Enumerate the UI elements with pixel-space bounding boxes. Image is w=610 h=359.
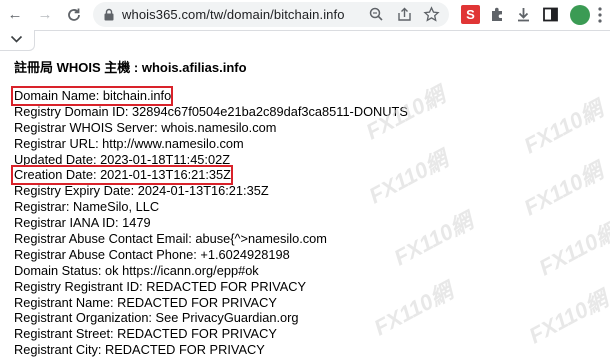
whois-server-heading: 註冊局 WHOIS 主機 : whois.afilias.info [14,60,247,75]
watermark: FX110網 [519,158,607,221]
puzzle-icon[interactable] [488,5,507,24]
whois-record: Updated Date: 2023-01-18T11:45:02Z [14,151,231,167]
browser-toolbar: ← → whois365.com/tw/domain/bitchain.info… [0,0,610,31]
whois-record: Registrar Abuse Contact Phone: +1.602492… [14,246,290,262]
whois-record: Registrar URL: http://www.namesilo.com [14,135,244,151]
side-panel-icon[interactable] [541,5,560,24]
back-arrow-icon[interactable]: ← [6,6,24,24]
whois-record: Registrar IANA ID: 1479 [14,215,151,231]
watermark: FX110網 [534,218,610,281]
whois-record: Registrar: NameSilo, LLC [14,199,160,215]
whois-record: Registry Registrant ID: REDACTED FOR PRI… [14,278,307,294]
whois-record: Registrar Abuse Contact Email: abuse{^>n… [14,231,327,247]
star-icon[interactable] [423,6,440,23]
chevron-down-icon [10,35,23,43]
whois-record: Registrant Organization: See PrivacyGuar… [14,310,299,326]
forward-arrow-icon[interactable]: → [36,6,54,24]
whois-record: Domain Name: bitchain.info [10,86,174,106]
whois-record: Registry Domain ID: 32894c67f0504e21ba2c… [14,103,408,119]
collapse-toggle[interactable] [0,30,35,51]
whois-record: Registrant City: REDACTED FOR PRIVACY [14,342,265,358]
whois-record: Domain Status: ok https://icann.org/epp#… [14,262,259,278]
url-text[interactable]: whois365.com/tw/domain/bitchain.info [122,7,345,22]
share-icon[interactable] [396,6,413,23]
whois-record: Registrant Name: REDACTED FOR PRIVACY [14,294,277,310]
whois-record: Registrar WHOIS Server: whois.namesilo.c… [14,119,277,135]
watermark: FX110網 [524,286,610,349]
avatar[interactable] [570,5,590,25]
download-icon[interactable] [514,5,533,24]
watermark: FX110網 [519,96,607,159]
extension-s-icon[interactable]: S [461,5,480,24]
whois-record: Creation Date: 2021-01-13T16:21:35Z [11,165,233,186]
address-bar[interactable]: whois365.com/tw/domain/bitchain.info [93,2,449,27]
reload-icon[interactable] [65,6,83,24]
whois-record-list: Domain Name: bitchain.info Registry Doma… [10,86,408,358]
zoom-icon[interactable] [368,6,385,23]
lock-icon[interactable] [103,8,115,21]
whois-record: Registrant Street: REDACTED FOR PRIVACY [14,326,277,342]
whois-record: Registry Expiry Date: 2024-01-13T16:21:3… [14,183,269,199]
kebab-menu-icon[interactable] [597,6,603,24]
